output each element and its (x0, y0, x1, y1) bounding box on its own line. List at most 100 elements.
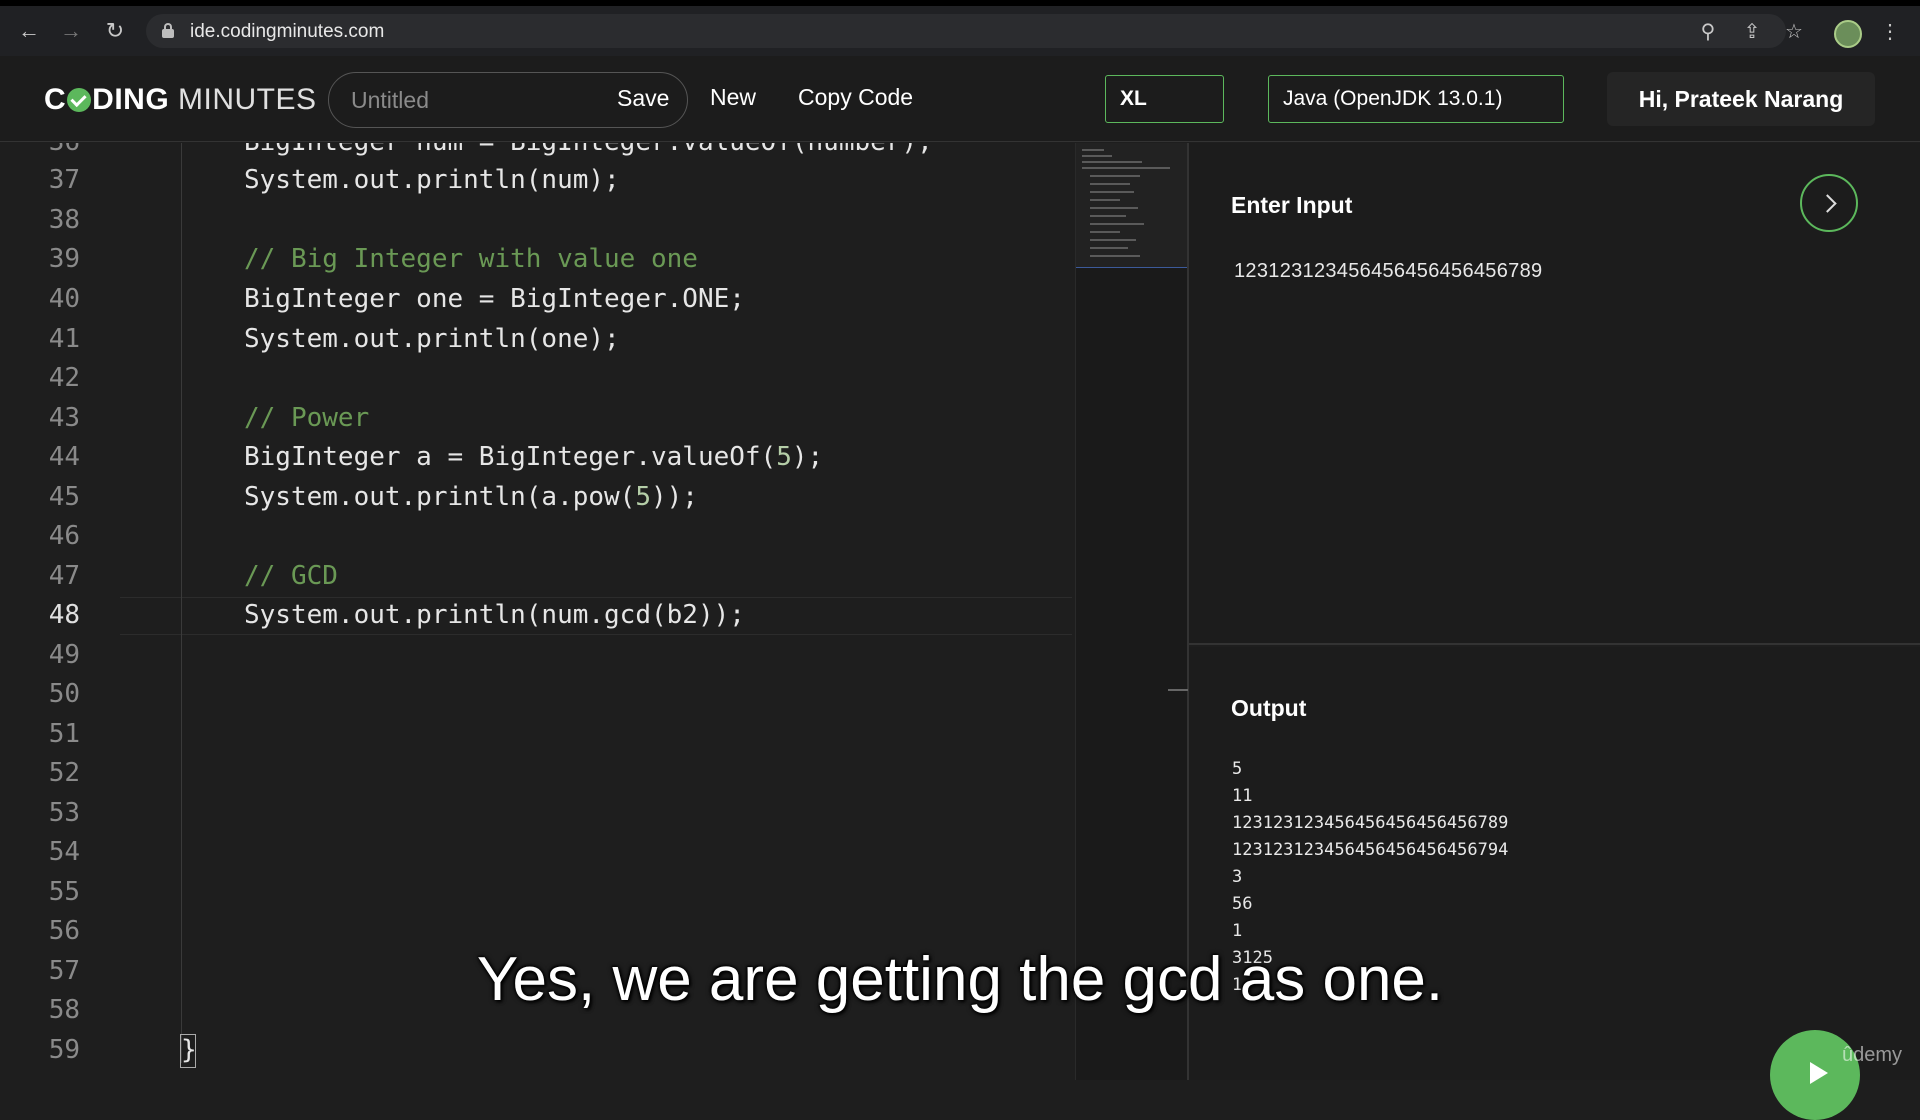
output-line: 11 (1232, 786, 1253, 806)
logo-word-minutes: MINUTES (178, 83, 317, 116)
minimap-line (1082, 167, 1170, 169)
closing-brace: } (180, 1034, 197, 1068)
output-line: 123123123456456456456456789 (1232, 813, 1509, 833)
input-panel: Enter Input 123123123456456456456456789 (1189, 143, 1920, 645)
line-number: 41 (48, 324, 80, 354)
line-number: 44 (48, 442, 80, 472)
minimap-line (1090, 231, 1120, 233)
forward-icon[interactable]: → (56, 16, 86, 46)
code-line: BigInteger one = BigInteger.ONE; (244, 284, 745, 314)
minimap-line (1090, 199, 1120, 201)
menu-kebab-icon[interactable]: ⋮ (1876, 18, 1904, 46)
code-number-literal: 5 (776, 442, 792, 472)
minimap-line (1090, 191, 1134, 193)
output-panel: Output 5 11 123123123456456456456456789 … (1189, 647, 1920, 1080)
stdin-textarea[interactable]: 123123123456456456456456789 (1234, 260, 1542, 283)
copy-code-button[interactable]: Copy Code (798, 84, 913, 111)
minimap-line (1090, 255, 1140, 257)
minimap-line (1090, 207, 1138, 209)
reload-icon[interactable]: ↻ (100, 16, 130, 46)
app-header: C DING MINUTES Save New Copy Code XL Java… (0, 56, 1920, 142)
line-number: 54 (48, 837, 80, 867)
line-number: 51 (48, 719, 80, 749)
run-button[interactable] (1800, 174, 1858, 232)
logo-check-icon (67, 88, 92, 112)
code-line: BigInteger num = BigInteger.valueOf(numb… (244, 143, 933, 157)
code-token: BigInteger a = BigInteger.valueOf( (244, 442, 777, 472)
line-number: 49 (48, 640, 80, 670)
code-token: )); (651, 482, 698, 512)
minimap-line (1090, 215, 1126, 217)
lock-icon (162, 23, 174, 39)
line-number: 39 (48, 244, 80, 274)
code-token: System.out.println(a.pow( (244, 482, 636, 512)
back-icon[interactable]: ← (14, 16, 44, 46)
minimap-line (1082, 155, 1112, 157)
line-number: 53 (48, 798, 80, 828)
url-text: ide.codingminutes.com (190, 21, 385, 42)
minimap-line (1090, 223, 1144, 225)
minimap-line (1090, 175, 1140, 177)
output-panel-title: Output (1231, 695, 1307, 721)
logo-word-ding: DING (92, 83, 170, 116)
line-number-gutter: 36 37 38 39 40 41 42 43 44 45 46 47 48 4… (0, 143, 120, 1080)
line-number: 45 (48, 482, 80, 512)
output-line: 5 (1232, 759, 1243, 779)
profile-avatar[interactable] (1834, 20, 1862, 48)
code-line: System.out.println(num); (244, 165, 620, 195)
line-number: 37 (48, 165, 80, 195)
file-title-group: Save (328, 72, 688, 128)
language-select[interactable]: Java (OpenJDK 13.0.1) (1268, 75, 1564, 123)
output-line: 56 (1232, 894, 1253, 914)
output-line: 123123123456456456456456794 (1232, 840, 1509, 860)
share-icon[interactable]: ⇪ (1738, 18, 1766, 46)
code-line-active: System.out.println(num.gcd(b2)); (244, 600, 745, 630)
line-number-active: 48 (48, 600, 80, 630)
code-editor[interactable]: 36 37 38 39 40 41 42 43 44 45 46 47 48 4… (0, 143, 1075, 1080)
code-comment: // GCD (244, 561, 338, 591)
new-button[interactable]: New (710, 84, 756, 111)
minimap-line (1090, 183, 1130, 185)
output-line: 1 (1232, 921, 1243, 941)
minimap-line (1082, 149, 1104, 151)
save-button[interactable]: Save (617, 85, 669, 112)
code-minimap[interactable] (1075, 143, 1188, 1080)
code-line: System.out.println(one); (244, 324, 620, 354)
line-number: 52 (48, 758, 80, 788)
minimap-line (1090, 239, 1136, 241)
line-number: 47 (48, 561, 80, 591)
file-title-input[interactable] (351, 86, 581, 114)
code-comment: // Power (244, 403, 370, 433)
zoom-icon[interactable]: ⚲ (1694, 18, 1722, 46)
user-menu-button[interactable]: Hi, Prateek Narang (1607, 72, 1875, 126)
bookmark-star-icon[interactable]: ☆ (1780, 18, 1808, 46)
line-number: 42 (48, 363, 80, 393)
indent-guide (181, 143, 182, 1063)
line-number: 40 (48, 284, 80, 314)
font-size-select[interactable]: XL (1105, 75, 1224, 123)
line-number: 36 (0, 143, 80, 157)
output-line: 3 (1232, 867, 1243, 887)
divider-handle[interactable] (1168, 689, 1188, 691)
code-line: BigInteger a = BigInteger.valueOf(5); (244, 442, 823, 472)
minimap-line (1082, 161, 1142, 163)
video-subtitle: Yes, we are getting the gcd as one. (476, 945, 1444, 1014)
logo-letter-c: C (44, 83, 67, 116)
line-number: 38 (48, 205, 80, 235)
input-panel-title: Enter Input (1231, 192, 1353, 218)
address-bar[interactable]: ide.codingminutes.com (146, 14, 1786, 48)
code-token: ); (791, 442, 824, 472)
line-number: 43 (48, 403, 80, 433)
udemy-watermark: ûdemy (1842, 1044, 1903, 1066)
minimap-line (1090, 247, 1128, 249)
code-line: System.out.println(a.pow(5)); (244, 482, 698, 512)
line-number: 55 (48, 877, 80, 907)
line-number: 46 (48, 521, 80, 551)
line-number: 59 (48, 1035, 80, 1065)
line-number: 50 (48, 679, 80, 709)
coding-minutes-logo[interactable]: C DING MINUTES (44, 83, 317, 117)
line-number: 56 (48, 916, 80, 946)
code-number-literal: 5 (635, 482, 651, 512)
browser-toolbar: ← → ↻ ide.codingminutes.com ⚲ ⇪ ☆ ⋮ (0, 0, 1920, 56)
code-comment: // Big Integer with value one (244, 244, 698, 274)
